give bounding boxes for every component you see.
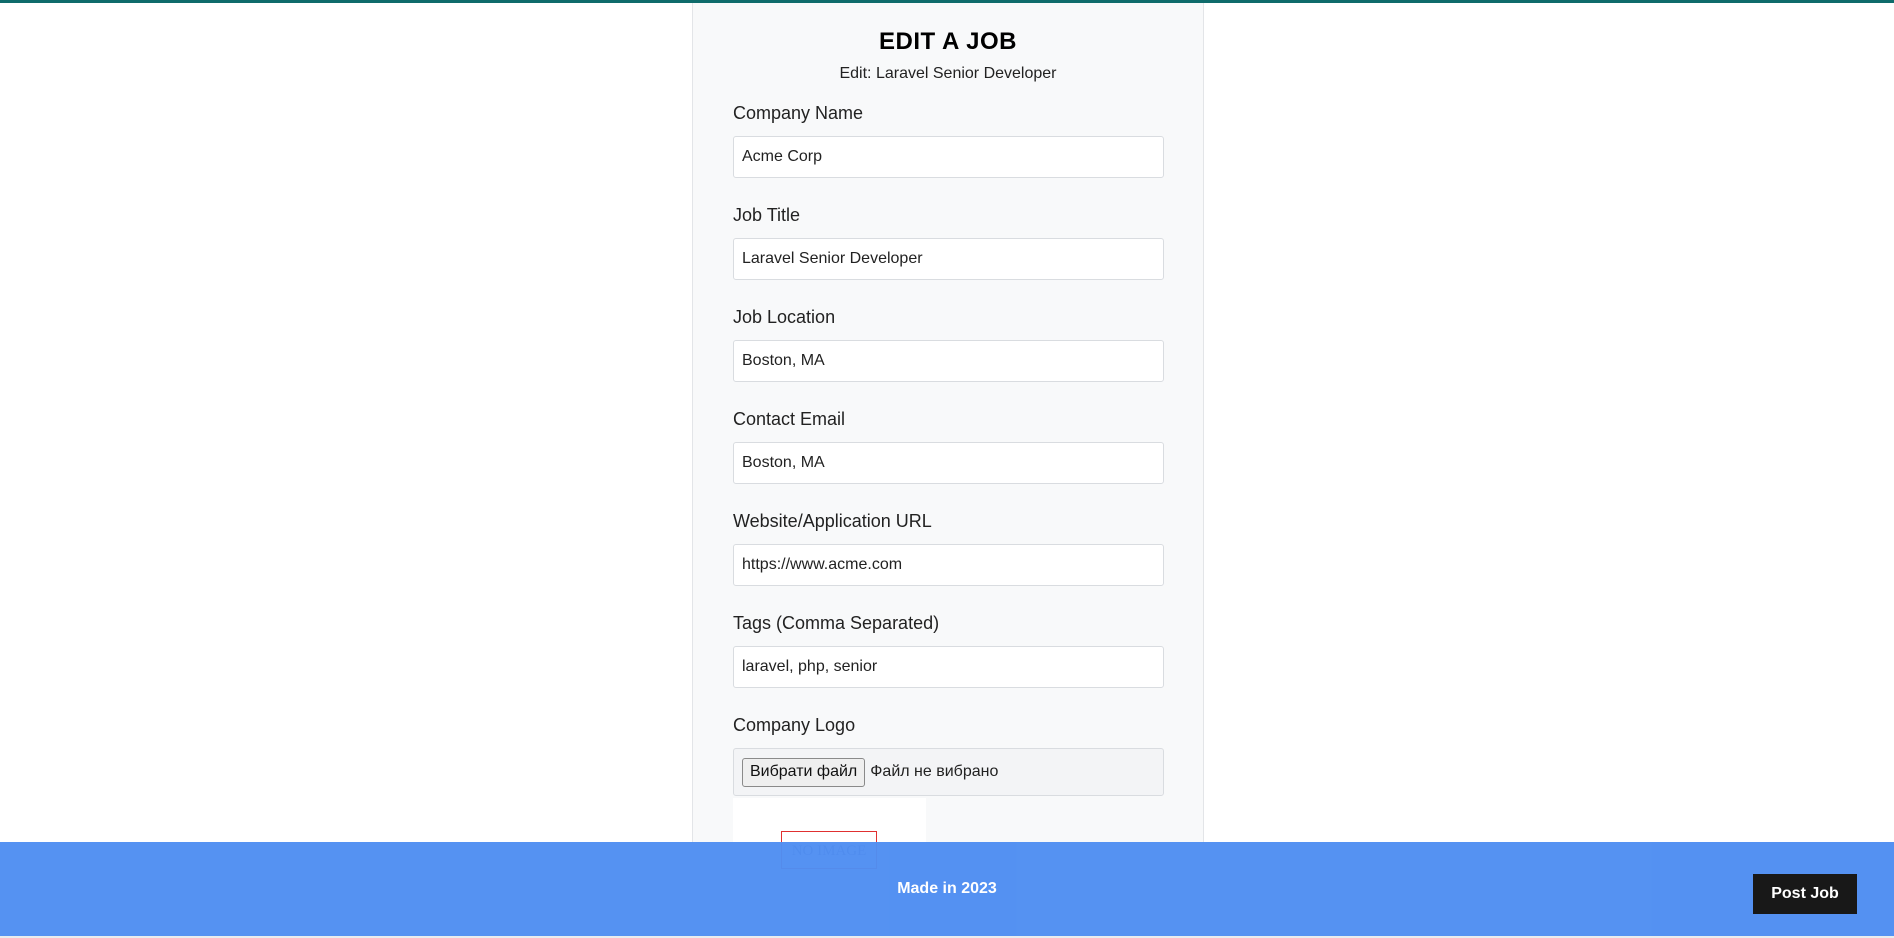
post-job-button[interactable]: Post Job: [1753, 874, 1857, 914]
contact-email-input[interactable]: [733, 442, 1164, 484]
company-name-input[interactable]: [733, 136, 1164, 178]
job-title-input[interactable]: [733, 238, 1164, 280]
contact-email-label: Contact Email: [733, 409, 846, 429]
page-title: EDIT A JOB: [879, 28, 1017, 55]
edit-job-card: EDIT A JOB Edit: Laravel Senior Develope…: [692, 3, 1204, 869]
page-subtitle: Edit: Laravel Senior Developer: [839, 65, 1057, 82]
company-logo-file-input[interactable]: Вибрати файл Файл не вибрано: [733, 748, 1164, 796]
footer-text: Made in 2023: [897, 880, 997, 897]
company-logo-label: Company Logo: [733, 715, 856, 735]
company-name-label: Company Name: [733, 103, 864, 123]
job-location-input[interactable]: [733, 340, 1164, 382]
file-status-text: Файл не вибрано: [870, 763, 999, 780]
tags-input[interactable]: [733, 646, 1164, 688]
website-url-input[interactable]: [733, 544, 1164, 586]
tags-label: Tags (Comma Separated): [733, 613, 940, 633]
website-url-label: Website/Application URL: [733, 511, 932, 531]
job-title-label: Job Title: [733, 205, 801, 225]
footer: Made in 2023 Post Job: [0, 842, 1894, 938]
choose-file-button[interactable]: Вибрати файл: [742, 757, 866, 787]
job-location-label: Job Location: [733, 307, 836, 327]
